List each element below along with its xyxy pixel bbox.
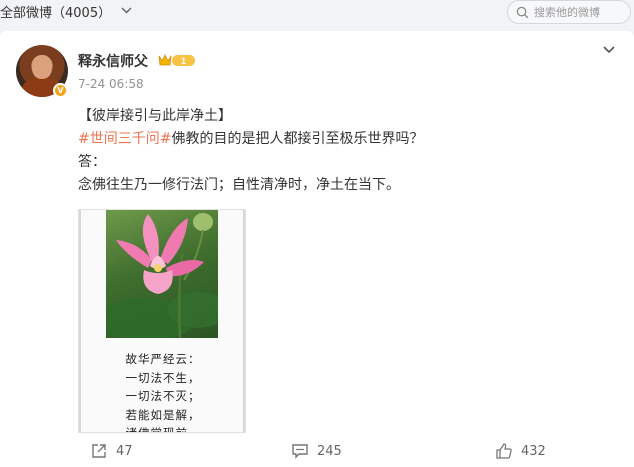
- post-time[interactable]: 7-24 06:58: [78, 77, 144, 91]
- like-button[interactable]: 432: [495, 442, 546, 460]
- post-line-title: 【彼岸接引与此岸净土】: [78, 108, 232, 124]
- poem-line: 一切法不生，: [125, 370, 201, 385]
- poem-line: 故华严经云：: [125, 352, 201, 366]
- post-line-question: #世间三千问#佛教的目的是把人都接引至极乐世界吗？: [78, 128, 618, 151]
- comment-count: 245: [317, 443, 342, 459]
- post-content: 【彼岸接引与此岸净土】 #世间三千问#佛教的目的是把人都接引至极乐世界吗？ 答：…: [78, 105, 618, 197]
- action-bar: 47 245 432: [0, 437, 634, 467]
- topic-link[interactable]: #世间三千问#: [78, 131, 171, 147]
- search-box[interactable]: [507, 0, 631, 24]
- question-text: 佛教的目的是把人都接引至极乐世界吗？: [171, 131, 424, 147]
- share-count: 47: [116, 443, 133, 459]
- poem-line: 一切法不灭；: [125, 389, 201, 403]
- post-line-answer: 念佛往生乃一修行法门；自性清净时，净土在当下。: [78, 177, 400, 193]
- post-line-answer-label: 答：: [78, 154, 106, 170]
- top-bar: 全部微博（4005）: [0, 0, 634, 26]
- chevron-down-icon: [121, 6, 132, 17]
- comment-button[interactable]: 245: [291, 442, 342, 460]
- share-icon: [92, 444, 106, 458]
- image-poem: 故华严经云： 一切法不生， 一切法不灭； 若能如是解， 诸佛常现前。: [79, 350, 245, 433]
- member-crown-icon[interactable]: 1: [158, 52, 196, 68]
- share-button[interactable]: 47: [90, 442, 133, 460]
- search-input[interactable]: [534, 5, 624, 19]
- verified-badge-icon: V: [53, 83, 68, 98]
- weibo-post-card: V 释永信师父 1 7-24 06:58 【彼岸接引与此岸净土】 #世间三千问#…: [0, 31, 634, 467]
- member-level: 1: [181, 56, 186, 66]
- poem-line: 若能如是解，: [125, 407, 201, 422]
- poem-line: 诸佛常现前。: [125, 426, 201, 433]
- feed-filter-label: 全部微博（4005）: [0, 6, 112, 21]
- more-options-icon[interactable]: [603, 43, 615, 58]
- avatar-face: [32, 55, 52, 79]
- feed-filter-dropdown[interactable]: 全部微博（4005）: [0, 2, 132, 21]
- post-image[interactable]: 故华严经云： 一切法不生， 一切法不灭； 若能如是解， 诸佛常现前。: [78, 209, 246, 433]
- lotus-picture: [106, 210, 218, 338]
- author-name[interactable]: 释永信师父: [78, 51, 148, 71]
- like-count: 432: [521, 443, 546, 459]
- search-icon: [516, 6, 529, 18]
- thumbs-up-icon: [496, 443, 512, 459]
- comment-icon: [292, 444, 308, 459]
